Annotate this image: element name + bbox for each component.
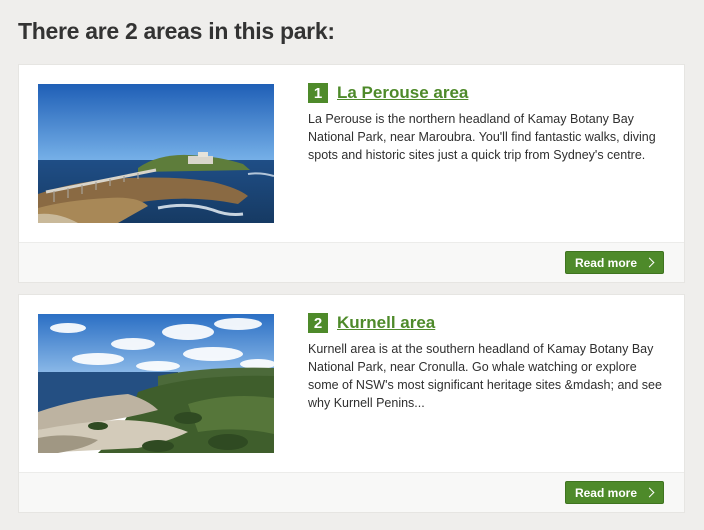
read-more-label: Read more	[574, 485, 637, 500]
read-more-button-kurnell[interactable]: Read more	[564, 481, 664, 504]
chevron-right-icon	[644, 257, 655, 268]
area-card-body: 1 La Perouse area La Perouse is the nort…	[19, 65, 684, 243]
area-card-footer: Read more	[19, 472, 684, 512]
area-title-link-la-perouse[interactable]: La Perouse area	[337, 83, 468, 103]
area-number-badge: 1	[308, 83, 328, 103]
area-description: La Perouse is the northern headland of K…	[308, 112, 656, 162]
area-number-badge: 2	[308, 313, 328, 333]
area-thumbnail-kurnell[interactable]	[38, 314, 274, 453]
area-title-row: 1 La Perouse area	[308, 83, 468, 103]
area-thumbnail-la-perouse[interactable]	[38, 84, 274, 223]
read-more-button-la-perouse[interactable]: Read more	[564, 251, 664, 274]
page-title: There are 2 areas in this park:	[18, 18, 335, 44]
area-card: 1 La Perouse area La Perouse is the nort…	[18, 64, 685, 283]
area-title-link-kurnell[interactable]: Kurnell area	[337, 313, 435, 333]
coastal-headland-photo	[38, 84, 274, 223]
area-card-body: 2 Kurnell area Kurnell area is at the so…	[19, 295, 684, 473]
read-more-label: Read more	[574, 255, 637, 270]
area-card: 2 Kurnell area Kurnell area is at the so…	[18, 294, 685, 513]
area-card-footer: Read more	[19, 242, 684, 282]
area-title-row: 2 Kurnell area	[308, 313, 435, 333]
chevron-right-icon	[644, 487, 655, 498]
coastal-cliffs-photo	[38, 314, 274, 453]
area-description: Kurnell area is at the southern headland…	[308, 342, 662, 410]
